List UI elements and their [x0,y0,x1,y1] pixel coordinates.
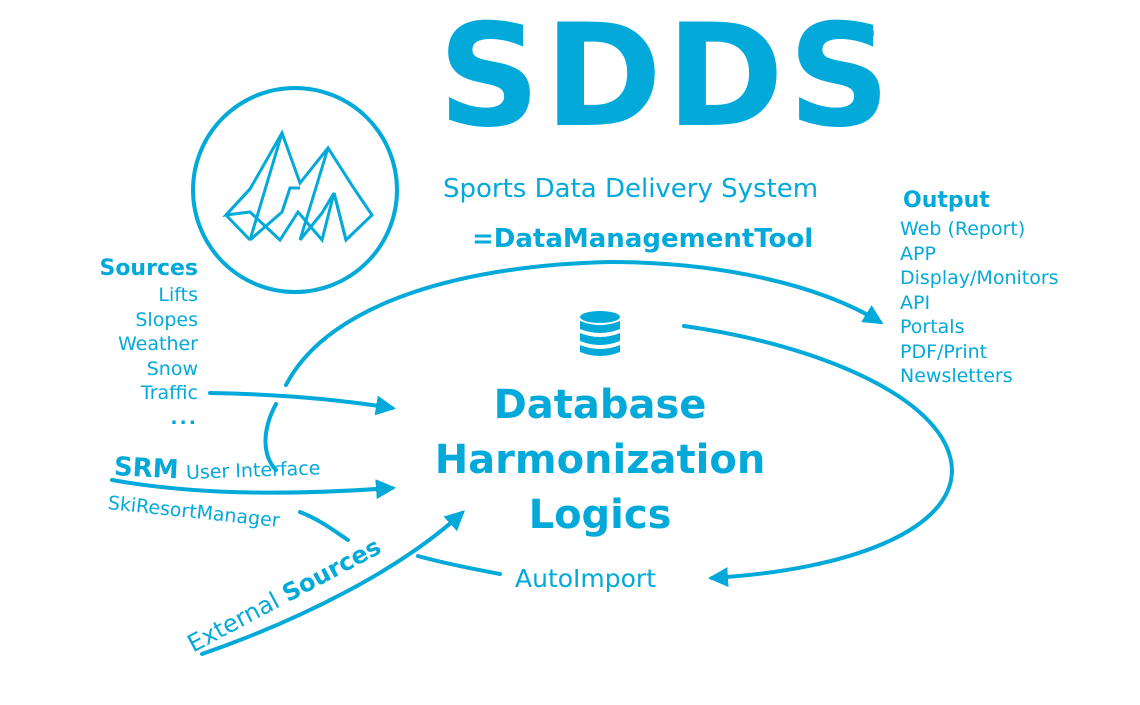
output-heading: Output [903,188,990,213]
output-item: Display/Monitors [900,267,1059,289]
core-label: Database Harmonization Logics [390,378,810,543]
core-line: Harmonization [434,437,766,483]
source-item: ... [170,406,198,429]
srm-user-interface-label: User Interface [185,457,321,484]
output-item: Newsletters [900,365,1013,387]
source-item: Weather [118,333,198,355]
trademark-symbol: ™ [858,26,878,50]
output-list: Web (Report) APP Display/Monitors API Po… [900,217,1059,389]
output-item: PDF/Print [900,340,988,363]
source-item: Lifts [158,284,198,306]
sources-list: Lifts Slopes Weather Snow Traffic ... [58,283,198,430]
source-item: Traffic [140,382,198,404]
core-line: Logics [528,492,672,538]
sources-heading: Sources [99,256,198,281]
database-icon [580,311,620,356]
product-tagline: =DataManagementTool [472,224,814,254]
product-title: SDDS [438,0,895,159]
autoimport-label: AutoImport [515,564,657,593]
source-item: Slopes [135,308,198,331]
product-subtitle: Sports Data Delivery System [443,174,819,204]
mountain-logo-icon [191,86,399,294]
core-line: Database [493,382,707,428]
srm-brand: SRM [113,452,180,486]
output-item: API [900,291,931,314]
output-item: APP [900,242,936,265]
traffic-arrow [208,391,396,416]
output-item: Portals [900,316,965,338]
source-item: Snow [146,357,198,380]
output-item: Web (Report) [900,218,1026,240]
